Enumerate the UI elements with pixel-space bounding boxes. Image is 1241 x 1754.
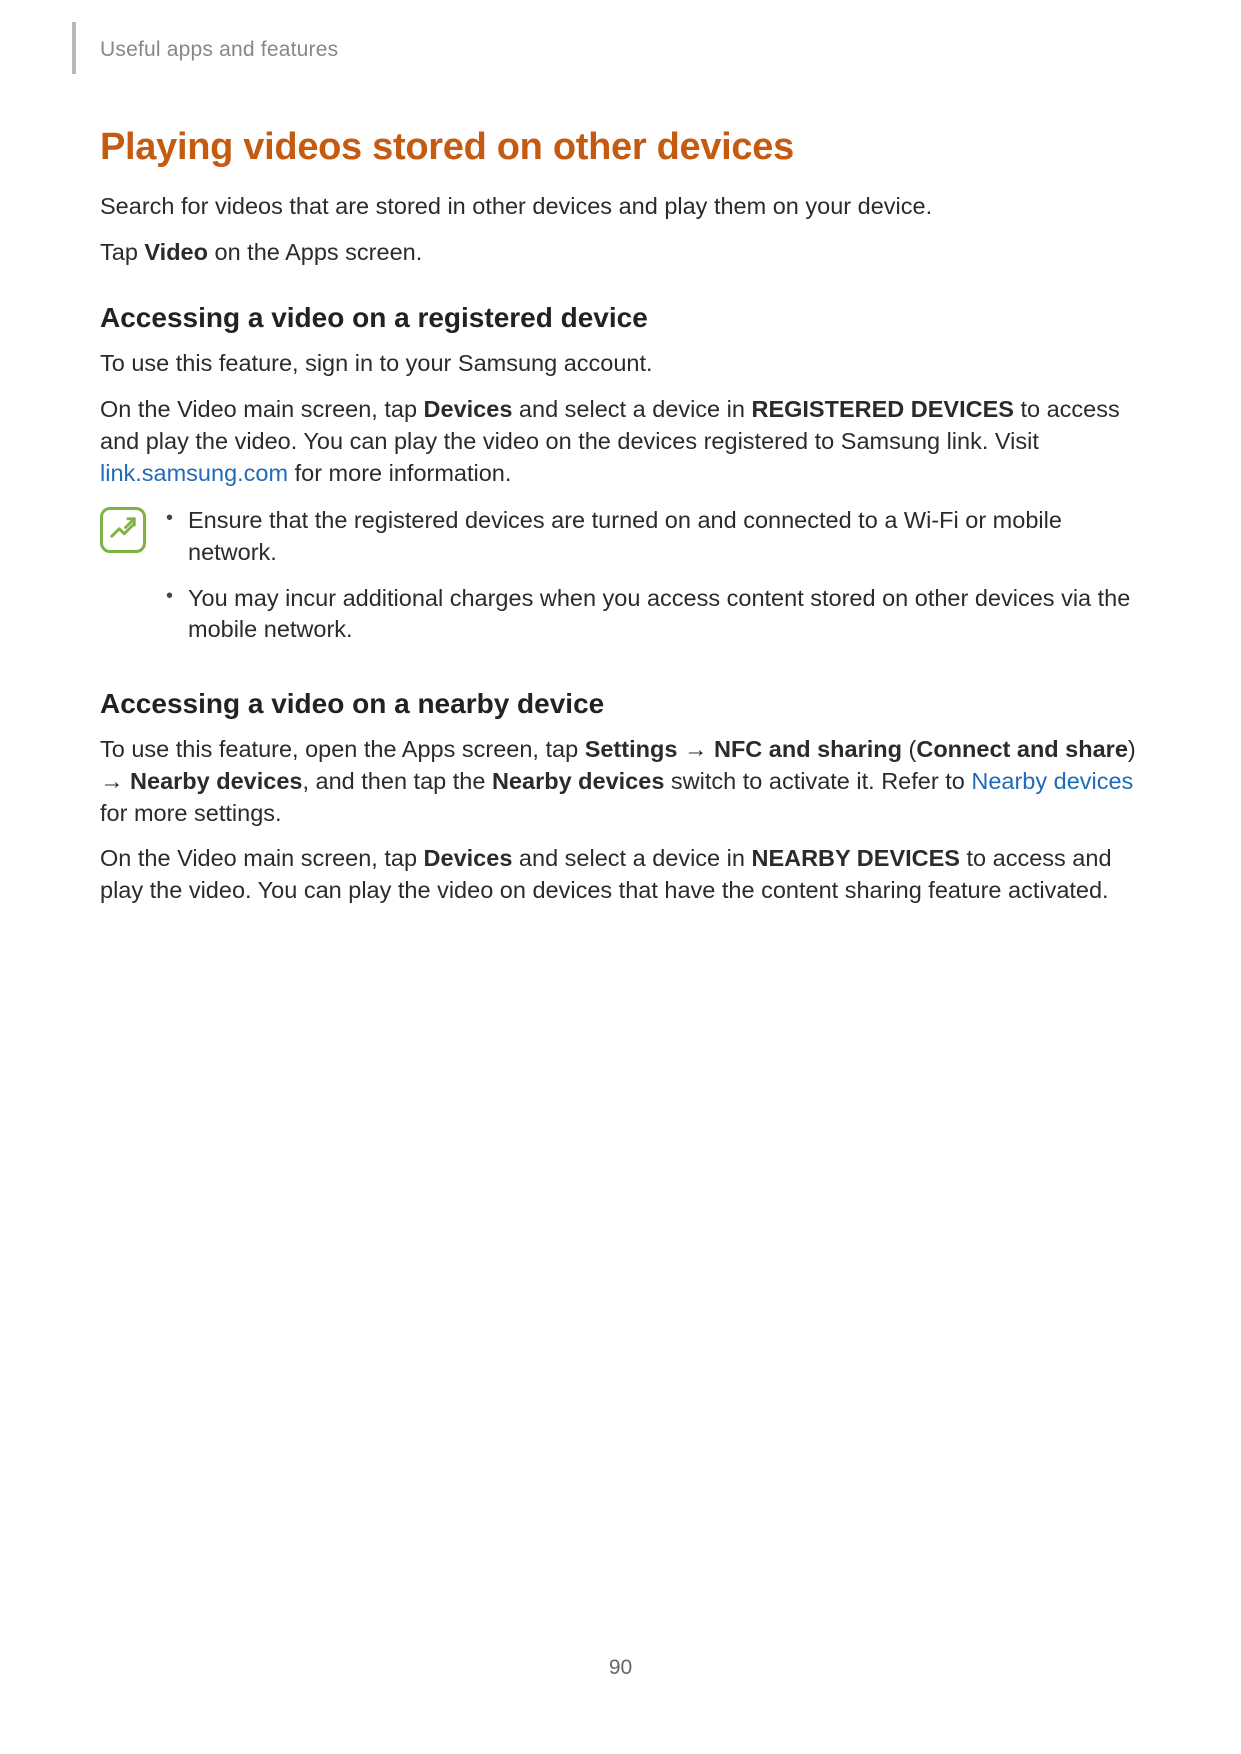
video-bold: Video [144,239,208,265]
text: To use this feature, open the Apps scree… [100,736,585,762]
note-list: Ensure that the registered devices are t… [166,505,1141,660]
header-vertical-rule [72,22,76,74]
section-heading-registered: Accessing a video on a registered device [100,302,1141,334]
nearby-devices-link[interactable]: Nearby devices [971,768,1133,794]
text: Tap [100,239,144,265]
section-heading-nearby: Accessing a video on a nearby device [100,688,1141,720]
note-icon [100,507,146,553]
nearby-devices-bold: Nearby devices [130,768,302,794]
text: On the Video main screen, tap [100,845,424,871]
intro-paragraph-1: Search for videos that are stored in oth… [100,191,1141,223]
nfc-sharing-bold: NFC and sharing [714,736,902,762]
nearby-devices-bold-2: Nearby devices [492,768,664,794]
registered-devices-bold: REGISTERED DEVICES [751,396,1013,422]
breadcrumb: Useful apps and features [100,38,1141,62]
text: On the Video main screen, tap [100,396,424,422]
text: and select a device in [512,845,751,871]
text: switch to activate it. Refer to [664,768,971,794]
text: ( [902,736,916,762]
section1-p2: On the Video main screen, tap Devices an… [100,394,1141,489]
text: and select a device in [512,396,751,422]
page-body: Useful apps and features Playing videos … [0,0,1241,907]
note-item-1: Ensure that the registered devices are t… [166,505,1141,568]
note-block: Ensure that the registered devices are t… [100,505,1141,660]
text: for more settings. [100,800,282,826]
text: ) [1128,736,1136,762]
devices-bold-2: Devices [424,845,513,871]
page-title: Playing videos stored on other devices [100,126,1141,169]
page-number: 90 [0,1656,1241,1680]
text: for more information. [288,460,511,486]
devices-bold: Devices [424,396,513,422]
section2-p1: To use this feature, open the Apps scree… [100,734,1141,829]
arrow-icon: → [100,768,130,794]
link-samsung-link[interactable]: link.samsung.com [100,460,288,486]
arrow-icon: → [677,736,714,762]
text: on the Apps screen. [208,239,422,265]
section2-p2: On the Video main screen, tap Devices an… [100,843,1141,906]
section1-p1: To use this feature, sign in to your Sam… [100,348,1141,380]
nearby-devices-caps-bold: NEARBY DEVICES [751,845,960,871]
intro-paragraph-2: Tap Video on the Apps screen. [100,237,1141,269]
connect-share-bold: Connect and share [916,736,1128,762]
text: , and then tap the [302,768,491,794]
settings-bold: Settings [585,736,678,762]
note-item-2: You may incur additional charges when yo… [166,583,1141,646]
